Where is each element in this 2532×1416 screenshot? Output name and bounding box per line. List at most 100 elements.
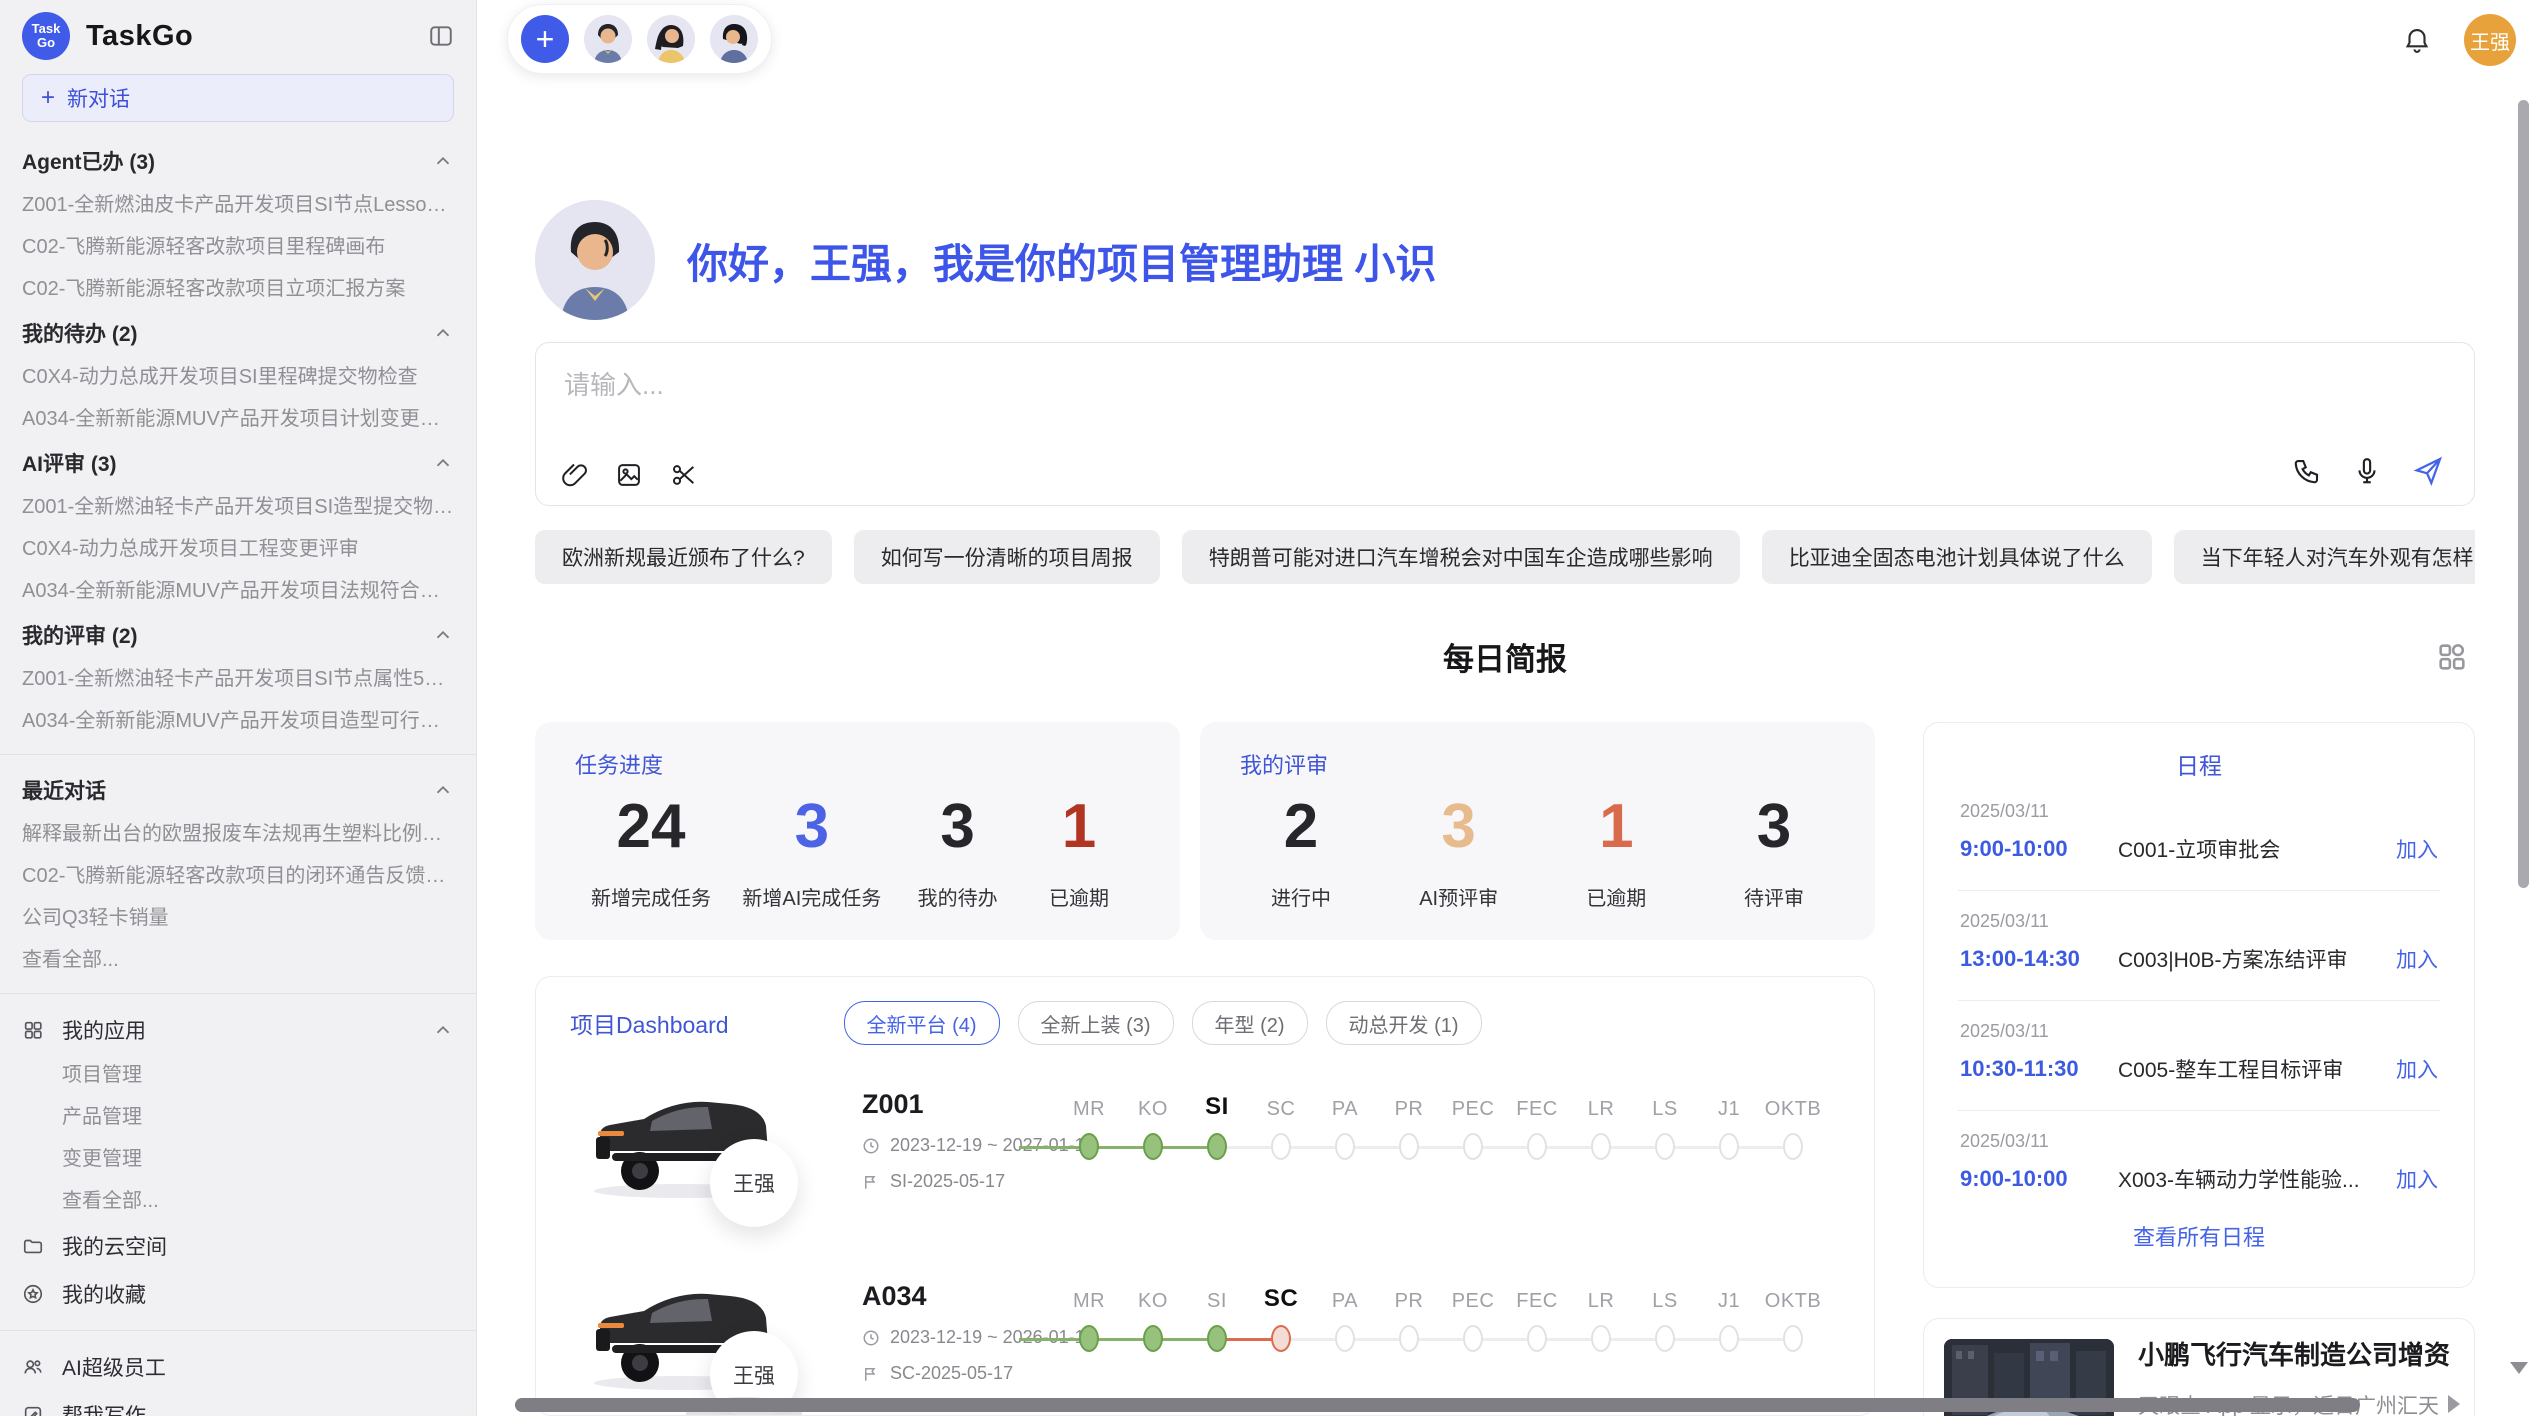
project-flag: SI-2025-05-17 — [862, 1171, 1057, 1192]
attachment-icon[interactable] — [560, 461, 588, 489]
schedule-time: 13:00-14:30 — [1960, 946, 2118, 972]
stats: 2 进行中 3 AI预评审 1 已逾期 — [1240, 782, 1835, 911]
collapse-sidebar-icon[interactable] — [428, 23, 454, 49]
section-my-review[interactable]: 我的评审 (2) — [22, 612, 454, 658]
list-item[interactable]: C02-飞腾新能源轻客改款项目里程碑画布 — [22, 226, 454, 268]
view-all-chats[interactable]: 查看全部... — [22, 939, 454, 981]
list-item[interactable]: C02-飞腾新能源轻客改款项目的闭环通告反馈情况 — [22, 855, 454, 897]
stat-value: 24 — [591, 782, 711, 872]
section-agent-done[interactable]: Agent已办 (3) — [22, 138, 454, 184]
list-item[interactable]: Z001-全新燃油轻卡产品开发项目SI节点属性5D文件评审 — [22, 658, 454, 700]
card-title: 我的评审 — [1240, 748, 1835, 780]
right-column: 日程 2025/03/11 9:00-10:00 C001-立项审批会 加入 2 — [1923, 722, 2475, 1416]
add-agent-button[interactable]: + — [521, 15, 569, 63]
join-button[interactable]: 加入 — [2396, 1164, 2438, 1194]
list-item[interactable]: C02-飞腾新能源轻客改款项目立项汇报方案 — [22, 268, 454, 310]
suggestion-chip[interactable]: 欧洲新规最近颁布了什么? — [535, 530, 832, 584]
filter-new-platform[interactable]: 全新平台 (4) — [844, 1001, 1000, 1045]
list-item[interactable]: 解释最新出台的欧盟报废车法规再生塑料比例被调至15%... — [22, 813, 454, 855]
schedule-item: 2025/03/11 10:30-11:30 C005-整车工程目标评审 加入 — [1924, 1001, 2474, 1084]
list-item[interactable]: C0X4-动力总成开发项目SI里程碑提交物检查 — [22, 356, 454, 398]
project-row[interactable]: 王强 A034 2023-12-19 ~ 2026-01-19 — [570, 1271, 1874, 1416]
milestone: PA — [1313, 1279, 1377, 1352]
suggestion-chip[interactable]: 如何写一份清晰的项目周报 — [854, 530, 1160, 584]
list-item[interactable]: Z001-全新燃油皮卡产品开发项目SI节点Lesson Learn报告 — [22, 184, 454, 226]
scroll-right-arrow-icon[interactable] — [2448, 1395, 2460, 1413]
sidebar-item-cloud-space[interactable]: 我的云空间 — [22, 1222, 454, 1270]
sidebar-item-favorites[interactable]: 我的收藏 — [22, 1270, 454, 1318]
layout-grid-icon[interactable] — [2435, 640, 2469, 674]
milestone-label: KO — [1138, 1279, 1168, 1313]
chevron-up-icon[interactable] — [432, 779, 454, 801]
clock-icon — [862, 1137, 880, 1155]
task-progress-card: 任务进度 24 新增完成任务 3 新增AI完成任务 — [535, 722, 1180, 940]
list-item[interactable]: C0X4-动力总成开发项目工程变更评审 — [22, 528, 454, 570]
sidebar-item-product-mgmt[interactable]: 产品管理 — [22, 1096, 454, 1138]
agent-avatar-3[interactable] — [710, 15, 758, 63]
milestone: KO — [1121, 1279, 1185, 1352]
milestone-dot — [1143, 1133, 1163, 1160]
sidebar-item-my-apps[interactable]: 我的应用 — [22, 1006, 454, 1054]
flag-icon — [862, 1173, 880, 1191]
project-owner-badge: 王强 — [710, 1139, 798, 1227]
list-item[interactable]: 公司Q3轻卡销量 — [22, 897, 454, 939]
scissors-icon[interactable] — [670, 461, 698, 489]
suggestion-chip[interactable]: 当下年轻人对汽车外观有怎样的喜好趋势 — [2174, 530, 2475, 584]
list-item[interactable]: A034-全新新能源MUV产品开发项目法规符合性评审 — [22, 570, 454, 612]
horizontal-scrollbar[interactable] — [515, 1398, 2360, 1412]
list-item[interactable]: Z001-全新燃油轻卡产品开发项目SI造型提交物评审 — [22, 486, 454, 528]
milestone-dot — [1335, 1325, 1355, 1352]
project-row[interactable]: 王强 Z001 2023-12-19 ~ 2027-01-19 — [570, 1079, 1874, 1237]
milestone: PR — [1377, 1087, 1441, 1160]
briefing-header: 每日简报 — [535, 634, 2475, 682]
join-button[interactable]: 加入 — [2396, 834, 2438, 864]
agent-avatar-2[interactable] — [647, 15, 695, 63]
user-avatar[interactable]: 王强 — [2464, 14, 2516, 66]
chevron-up-icon[interactable] — [432, 1019, 454, 1041]
bell-icon[interactable] — [2402, 25, 2432, 55]
section-ai-review[interactable]: AI评审 (3) — [22, 440, 454, 486]
message-input[interactable] — [562, 369, 2174, 402]
filter-new-body[interactable]: 全新上装 (3) — [1018, 1001, 1174, 1045]
schedule-time: 9:00-10:00 — [1960, 836, 2118, 862]
milestone: SI — [1185, 1087, 1249, 1160]
milestone-label: FEC — [1516, 1087, 1558, 1121]
star-circle-icon — [22, 1283, 44, 1305]
stat-value: 3 — [1729, 782, 1819, 872]
sidebar-item-change-mgmt[interactable]: 变更管理 — [22, 1138, 454, 1180]
suggestion-chip[interactable]: 比亚迪全固态电池计划具体说了什么 — [1762, 530, 2152, 584]
image-icon[interactable] — [615, 461, 643, 489]
agent-avatar-1[interactable] — [584, 15, 632, 63]
suggestion-chip[interactable]: 特朗普可能对进口汽车增税会对中国车企造成哪些影响 — [1182, 530, 1740, 584]
list-item[interactable]: A034-全新新能源MUV产品开发项目计划变更表编写 — [22, 398, 454, 440]
phone-icon[interactable] — [2292, 456, 2322, 486]
join-button[interactable]: 加入 — [2396, 944, 2438, 974]
schedule-item: 2025/03/11 9:00-10:00 C001-立项审批会 加入 — [1924, 781, 2474, 864]
chevron-up-icon[interactable] — [432, 322, 454, 344]
filter-powertrain[interactable]: 动总开发 (1) — [1326, 1001, 1482, 1045]
milestone-dot — [1719, 1133, 1739, 1160]
scroll-down-arrow-icon[interactable] — [2510, 1362, 2528, 1374]
sidebar-item-ai-super-staff[interactable]: AI超级员工 — [22, 1343, 454, 1391]
send-icon[interactable] — [2412, 455, 2444, 487]
milestone: FEC — [1505, 1087, 1569, 1160]
filter-year-model[interactable]: 年型 (2) — [1192, 1001, 1308, 1045]
sidebar-item-project-mgmt[interactable]: 项目管理 — [22, 1054, 454, 1096]
section-my-todo[interactable]: 我的待办 (2) — [22, 310, 454, 356]
view-all-apps[interactable]: 查看全部... — [22, 1180, 454, 1222]
join-button[interactable]: 加入 — [2396, 1054, 2438, 1084]
microphone-icon[interactable] — [2352, 456, 2382, 486]
view-all-schedule-link[interactable]: 查看所有日程 — [1924, 1220, 2474, 1252]
chevron-up-icon[interactable] — [432, 452, 454, 474]
milestone-dot — [1783, 1325, 1803, 1352]
section-recent-chats[interactable]: 最近对话 — [22, 767, 454, 813]
milestone: LR — [1569, 1279, 1633, 1352]
chevron-up-icon[interactable] — [432, 624, 454, 646]
list-item[interactable]: A034-全新新能源MUV产品开发项目造型可行性评审 — [22, 700, 454, 742]
vertical-scrollbar[interactable] — [2518, 100, 2529, 888]
new-chat-button[interactable]: + 新对话 — [22, 74, 454, 122]
schedule-name: C001-立项审批会 — [2118, 834, 2382, 864]
sidebar-item-help-me-write[interactable]: 帮我写作 — [22, 1391, 454, 1416]
chevron-up-icon[interactable] — [432, 150, 454, 172]
folder-icon — [22, 1235, 44, 1257]
